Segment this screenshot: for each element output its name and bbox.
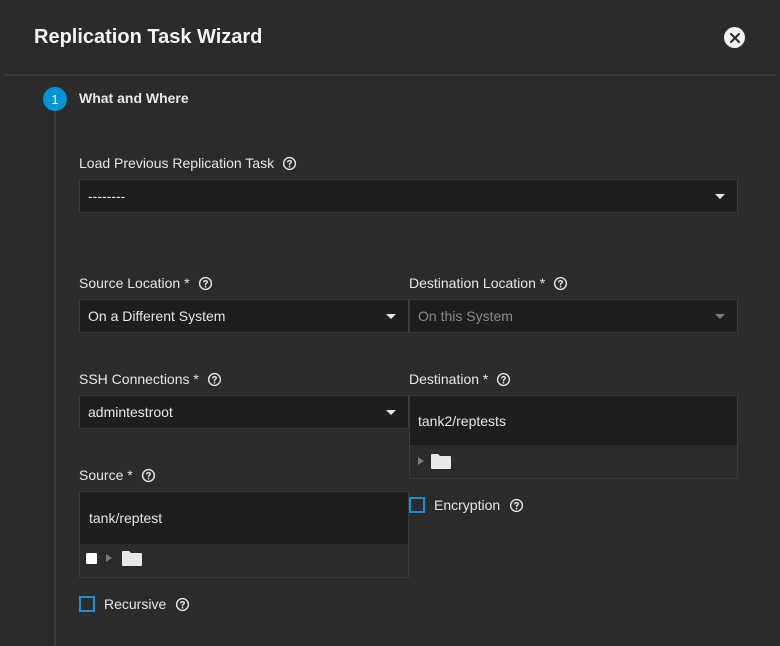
destination-label: Destination * bbox=[409, 371, 489, 387]
help-icon[interactable] bbox=[282, 156, 297, 171]
load-previous-select[interactable]: -------- bbox=[79, 179, 738, 213]
recursive-checkbox[interactable] bbox=[79, 596, 95, 612]
destination-label-row: Destination * bbox=[409, 371, 511, 387]
help-icon[interactable] bbox=[496, 372, 511, 387]
load-previous-value: -------- bbox=[88, 188, 126, 204]
encryption-checkbox[interactable] bbox=[409, 497, 425, 513]
destination-tree-row bbox=[418, 453, 737, 469]
source-tree-row bbox=[86, 550, 408, 566]
load-previous-label-row: Load Previous Replication Task bbox=[79, 155, 297, 171]
folder-icon[interactable] bbox=[121, 550, 143, 566]
ssh-connections-value: admintestroot bbox=[88, 404, 173, 420]
chevron-down-icon bbox=[715, 314, 725, 319]
destination-location-value: On this System bbox=[418, 308, 513, 324]
source-location-select[interactable]: On a Different System bbox=[79, 299, 409, 333]
help-icon[interactable] bbox=[198, 276, 213, 291]
source-tree-checkbox[interactable] bbox=[86, 552, 97, 564]
chevron-down-icon bbox=[715, 194, 725, 199]
source-location-value: On a Different System bbox=[88, 308, 226, 324]
header-divider bbox=[4, 74, 776, 76]
source-location-label-row: Source Location * bbox=[79, 275, 213, 291]
load-previous-label: Load Previous Replication Task bbox=[79, 155, 275, 171]
source-label: Source * bbox=[79, 467, 133, 483]
tree-expand-arrow-icon[interactable] bbox=[418, 457, 424, 465]
help-icon[interactable] bbox=[553, 276, 568, 291]
recursive-row: Recursive bbox=[79, 596, 190, 612]
close-icon bbox=[729, 32, 740, 43]
step-label[interactable]: What and Where bbox=[79, 90, 189, 106]
replication-wizard-dialog: Replication Task Wizard 1 What and Where… bbox=[0, 0, 780, 646]
encryption-label: Encryption bbox=[434, 497, 501, 513]
close-button[interactable] bbox=[724, 27, 745, 48]
folder-icon[interactable] bbox=[430, 453, 452, 469]
destination-location-select: On this System bbox=[409, 299, 738, 333]
source-path-input[interactable]: tank/reptest bbox=[80, 492, 408, 544]
tree-expand-arrow-icon[interactable] bbox=[106, 554, 112, 562]
chevron-down-icon bbox=[386, 410, 396, 415]
stepper-line bbox=[54, 110, 56, 646]
destination-path-input[interactable]: tank2/reptests bbox=[410, 396, 737, 445]
source-label-row: Source * bbox=[79, 467, 156, 483]
source-explorer: tank/reptest bbox=[79, 491, 409, 578]
recursive-label: Recursive bbox=[104, 596, 167, 612]
help-icon[interactable] bbox=[509, 498, 524, 513]
help-icon[interactable] bbox=[207, 372, 222, 387]
ssh-connections-label: SSH Connections * bbox=[79, 371, 199, 387]
dialog-title: Replication Task Wizard bbox=[34, 26, 263, 48]
step-number-badge[interactable]: 1 bbox=[43, 87, 67, 111]
destination-explorer: tank2/reptests bbox=[409, 395, 738, 479]
help-icon[interactable] bbox=[175, 597, 190, 612]
help-icon[interactable] bbox=[141, 468, 156, 483]
ssh-connections-select[interactable]: admintestroot bbox=[79, 395, 409, 429]
encryption-row: Encryption bbox=[409, 497, 524, 513]
ssh-connections-label-row: SSH Connections * bbox=[79, 371, 222, 387]
chevron-down-icon bbox=[386, 314, 396, 319]
source-location-label: Source Location * bbox=[79, 275, 190, 291]
destination-location-label-row: Destination Location * bbox=[409, 275, 568, 291]
destination-location-label: Destination Location * bbox=[409, 275, 546, 291]
